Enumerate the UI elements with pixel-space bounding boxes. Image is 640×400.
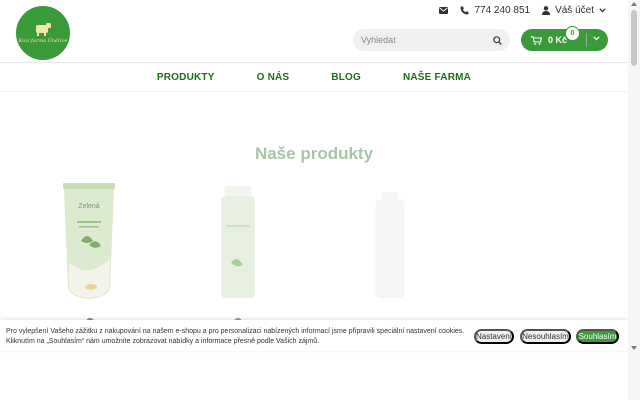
cookie-accept-button[interactable]: Souhlasím bbox=[576, 329, 619, 344]
product-image: Zelená bbox=[63, 183, 115, 299]
nav-item-nase-farma[interactable]: NAŠE FARMA bbox=[403, 72, 471, 83]
nav-item-blog[interactable]: BLOG bbox=[331, 72, 361, 83]
product-label: Zelená bbox=[78, 203, 100, 210]
email-link[interactable] bbox=[439, 7, 449, 14]
site-logo[interactable]: Kozí farma Únětice bbox=[16, 6, 70, 60]
product-image bbox=[375, 192, 405, 299]
product-image bbox=[221, 186, 255, 299]
topbar: 774 240 851 Váš účet bbox=[439, 5, 606, 16]
goat-icon bbox=[36, 23, 51, 36]
account-menu[interactable]: Váš účet bbox=[542, 5, 606, 16]
chevron-down-icon bbox=[593, 36, 600, 41]
scrollbar-thumb[interactable] bbox=[631, 10, 637, 66]
site-header: Kozí farma Únětice 774 240 851 Váš účet bbox=[0, 0, 628, 62]
cookie-decline-button[interactable]: Nesouhlasím bbox=[520, 329, 571, 344]
search-box bbox=[353, 29, 510, 51]
envelope-icon bbox=[439, 7, 449, 14]
cookie-banner: Pro vylepšení Vašeho zážitku z nakupován… bbox=[0, 320, 628, 351]
phone-icon bbox=[460, 6, 469, 15]
account-label: Váš účet bbox=[555, 5, 594, 16]
product-card[interactable] bbox=[218, 186, 258, 307]
logo-text: Kozí farma Únětice bbox=[18, 38, 68, 44]
cart-button[interactable]: 0 Kč bbox=[521, 29, 608, 51]
cart-count-badge: 0 bbox=[566, 27, 579, 40]
main-nav: PRODUKTY O NÁS BLOG NAŠE FARMA bbox=[0, 63, 628, 91]
scroll-down-icon[interactable] bbox=[631, 346, 637, 350]
search-input[interactable] bbox=[361, 35, 493, 45]
product-card[interactable] bbox=[372, 192, 408, 305]
cookie-text: Pro vylepšení Vašeho zážitku z nakupován… bbox=[6, 328, 465, 345]
scroll-up-icon[interactable] bbox=[631, 2, 637, 6]
section-title: Naše produkty bbox=[254, 144, 374, 163]
product-card[interactable]: Zelená bbox=[63, 183, 115, 306]
chevron-down-icon bbox=[599, 8, 606, 13]
user-icon bbox=[542, 6, 551, 15]
cart-icon bbox=[531, 35, 542, 45]
phone-link[interactable]: 774 240 851 bbox=[460, 5, 530, 16]
page-scrollbar[interactable] bbox=[628, 0, 640, 400]
nav-item-produkty[interactable]: PRODUKTY bbox=[157, 72, 215, 83]
cart-total: 0 Kč bbox=[548, 35, 568, 45]
nav-item-o-nas[interactable]: O NÁS bbox=[257, 72, 290, 83]
cart-divider bbox=[586, 33, 587, 47]
search-icon[interactable] bbox=[493, 35, 502, 45]
nav-divider bbox=[0, 91, 628, 92]
phone-number: 774 240 851 bbox=[474, 5, 531, 16]
cookie-settings-button[interactable]: Nastavení bbox=[474, 329, 514, 344]
